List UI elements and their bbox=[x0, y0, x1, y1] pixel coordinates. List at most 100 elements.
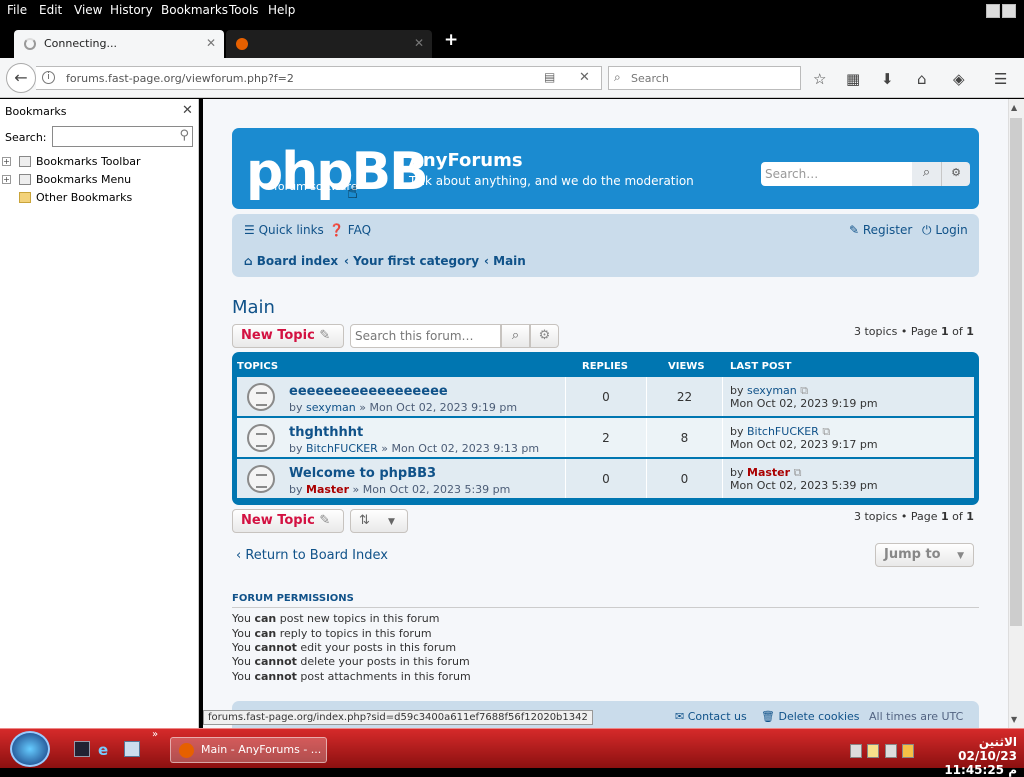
sidebar-search-input[interactable]: ⚲ bbox=[52, 126, 193, 147]
expand-icon[interactable]: + bbox=[2, 157, 11, 166]
menu-bookmarks[interactable]: Bookmarks bbox=[161, 3, 228, 17]
header-search-button[interactable]: ⌕ bbox=[912, 162, 941, 186]
forum-search-input[interactable]: Search this forum… bbox=[350, 324, 501, 348]
author-link[interactable]: sexyman bbox=[306, 401, 356, 414]
new-topic-button[interactable]: New Topic ✎ bbox=[232, 324, 344, 348]
breadcrumb-category[interactable]: ‹ Your first category bbox=[344, 254, 479, 268]
quick-links[interactable]: ☰ Quick links bbox=[244, 223, 324, 237]
expand-icon[interactable]: + bbox=[2, 175, 11, 184]
window-controls bbox=[986, 4, 1016, 18]
tab-2[interactable]: ✕ bbox=[226, 30, 432, 58]
view-post-icon[interactable]: ⧉ bbox=[794, 466, 802, 479]
topic-title[interactable]: Welcome to phpBB3 bbox=[289, 466, 436, 481]
views-count: 22 bbox=[676, 390, 693, 404]
back-button[interactable]: ← bbox=[6, 63, 36, 93]
show-desktop-icon[interactable] bbox=[74, 741, 90, 757]
topic-title[interactable]: eeeeeeeeeeeeeeeeee bbox=[289, 384, 448, 399]
view-post-icon[interactable]: ⧉ bbox=[822, 425, 830, 438]
internet-explorer-icon[interactable]: e bbox=[98, 741, 114, 759]
menu-edit[interactable]: Edit bbox=[39, 3, 62, 17]
return-link[interactable]: ‹ Return to Board Index bbox=[236, 548, 388, 563]
scroll-up-icon[interactable]: ▲ bbox=[1011, 103, 1017, 112]
login-link[interactable]: ⏻ Login bbox=[922, 223, 968, 238]
chevron-icon[interactable]: » bbox=[152, 729, 158, 740]
navigation-toolbar: ← i forums.fast-page.org/viewforum.php?f… bbox=[0, 58, 1024, 98]
topic-byline: by sexyman » Mon Oct 02, 2023 9:19 pm bbox=[289, 401, 518, 414]
delete-cookies-link[interactable]: 🗑 Delete cookies bbox=[761, 710, 860, 723]
topic-title[interactable]: thghthhht bbox=[289, 425, 363, 440]
tray-icon[interactable] bbox=[850, 744, 862, 758]
info-icon[interactable]: i bbox=[42, 71, 55, 84]
site-description: Talk about anything, and we do the moder… bbox=[409, 174, 694, 188]
reader-view-icon[interactable]: ▤ bbox=[544, 70, 555, 84]
network-icon[interactable] bbox=[885, 744, 897, 758]
topic-read-icon bbox=[247, 383, 275, 411]
view-post-icon[interactable]: ⧉ bbox=[800, 384, 808, 397]
menu-history[interactable]: History bbox=[110, 3, 153, 17]
phpbb-logo[interactable]: phpBB bbox=[246, 142, 429, 202]
menu-hamburger-icon[interactable]: ☰ bbox=[994, 70, 1007, 88]
register-link[interactable]: ✎ Register bbox=[849, 223, 912, 237]
col-topics: TOPICS bbox=[237, 361, 279, 372]
url-bar[interactable]: i forums.fast-page.org/viewforum.php?f=2… bbox=[36, 66, 602, 90]
mouse-cursor-icon: ☝ bbox=[347, 182, 358, 203]
scroll-down-icon[interactable]: ▼ bbox=[1011, 715, 1017, 724]
sidebar-item-bookmarks-menu[interactable]: Bookmarks Menu bbox=[36, 173, 131, 186]
downloads-icon[interactable]: ⬇ bbox=[881, 70, 894, 88]
last-post-author[interactable]: Master bbox=[747, 466, 790, 479]
last-post-author[interactable]: BitchFUCKER bbox=[747, 425, 819, 438]
menu-view[interactable]: View bbox=[74, 3, 102, 17]
forum-search-button[interactable]: ⌕ bbox=[501, 324, 530, 348]
search-icon: ⌕ bbox=[614, 70, 621, 84]
new-tab-button[interactable]: + bbox=[444, 30, 458, 50]
author-link[interactable]: BitchFUCKER bbox=[306, 442, 378, 455]
breadcrumb-board-index[interactable]: ⌂ Board index bbox=[244, 254, 338, 268]
new-topic-button-bottom[interactable]: New Topic ✎ bbox=[232, 509, 344, 533]
menu-help[interactable]: Help bbox=[268, 3, 295, 17]
author-link[interactable]: Master bbox=[306, 483, 349, 496]
scrollbar-thumb[interactable] bbox=[1010, 118, 1022, 626]
restore-down-icon[interactable] bbox=[1002, 4, 1016, 18]
jump-to-button[interactable]: Jump to ▼ bbox=[875, 543, 974, 567]
permission-line: You can reply to topics in this forum bbox=[232, 627, 432, 640]
col-views: VIEWS bbox=[668, 361, 705, 372]
start-button-icon[interactable] bbox=[10, 731, 50, 767]
home-icon[interactable]: ⌂ bbox=[917, 70, 927, 88]
sort-icon: ⇅ bbox=[359, 513, 370, 528]
sidebar-item-other-bookmarks[interactable]: Other Bookmarks bbox=[36, 191, 132, 204]
nav-panel: ☰ Quick links ❓ FAQ ✎ Register ⏻ Login ⌂… bbox=[232, 214, 979, 277]
app-icon[interactable] bbox=[124, 741, 140, 757]
volume-icon[interactable] bbox=[902, 744, 914, 758]
pocket-icon[interactable]: ◈ bbox=[953, 70, 965, 88]
last-post-author[interactable]: sexyman bbox=[747, 384, 797, 397]
permissions-title: FORUM PERMISSIONS bbox=[232, 593, 354, 604]
firefox-icon bbox=[179, 743, 194, 758]
replies-count: 0 bbox=[602, 472, 610, 486]
menu-file[interactable]: File bbox=[7, 3, 27, 17]
bookmarks-library-icon[interactable]: ▦ bbox=[846, 70, 860, 88]
tray-icon[interactable] bbox=[867, 744, 879, 758]
menu-tools[interactable]: Tools bbox=[229, 3, 259, 17]
restore-icon[interactable] bbox=[986, 4, 1000, 18]
contact-us-link[interactable]: ✉ Contact us bbox=[675, 710, 747, 723]
sort-options-button[interactable]: ⇅ ▼ bbox=[350, 509, 408, 533]
stop-icon[interactable]: ✕ bbox=[579, 70, 590, 85]
faq-link[interactable]: ❓ FAQ bbox=[329, 223, 371, 237]
sidebar-item-bookmarks-toolbar[interactable]: Bookmarks Toolbar bbox=[36, 155, 141, 168]
clock[interactable]: الاثنين 02/10/23 11:45:25 م bbox=[925, 735, 1017, 777]
loading-spinner-icon bbox=[24, 38, 36, 50]
replies-count: 0 bbox=[602, 390, 610, 404]
tab-connecting[interactable]: Connecting... ✕ bbox=[14, 30, 224, 58]
header-search-input[interactable]: Search… bbox=[761, 162, 912, 186]
time: 11:45:25 م bbox=[944, 763, 1017, 777]
search-bar[interactable]: ⌕ Search bbox=[608, 66, 801, 90]
page-title: Main bbox=[232, 297, 275, 318]
taskbar-firefox-window[interactable]: Main - AnyForums - ... bbox=[170, 737, 327, 763]
close-tab-icon[interactable]: ✕ bbox=[414, 36, 424, 50]
bookmark-star-icon[interactable]: ☆ bbox=[813, 70, 826, 88]
advanced-search-gear-icon[interactable]: ⚙ bbox=[941, 162, 970, 186]
close-tab-icon[interactable]: ✕ bbox=[206, 36, 216, 50]
breadcrumb-main[interactable]: ‹ Main bbox=[484, 254, 526, 268]
close-sidebar-icon[interactable]: ✕ bbox=[182, 103, 193, 118]
forum-advanced-search-gear-icon[interactable]: ⚙ bbox=[530, 324, 559, 348]
